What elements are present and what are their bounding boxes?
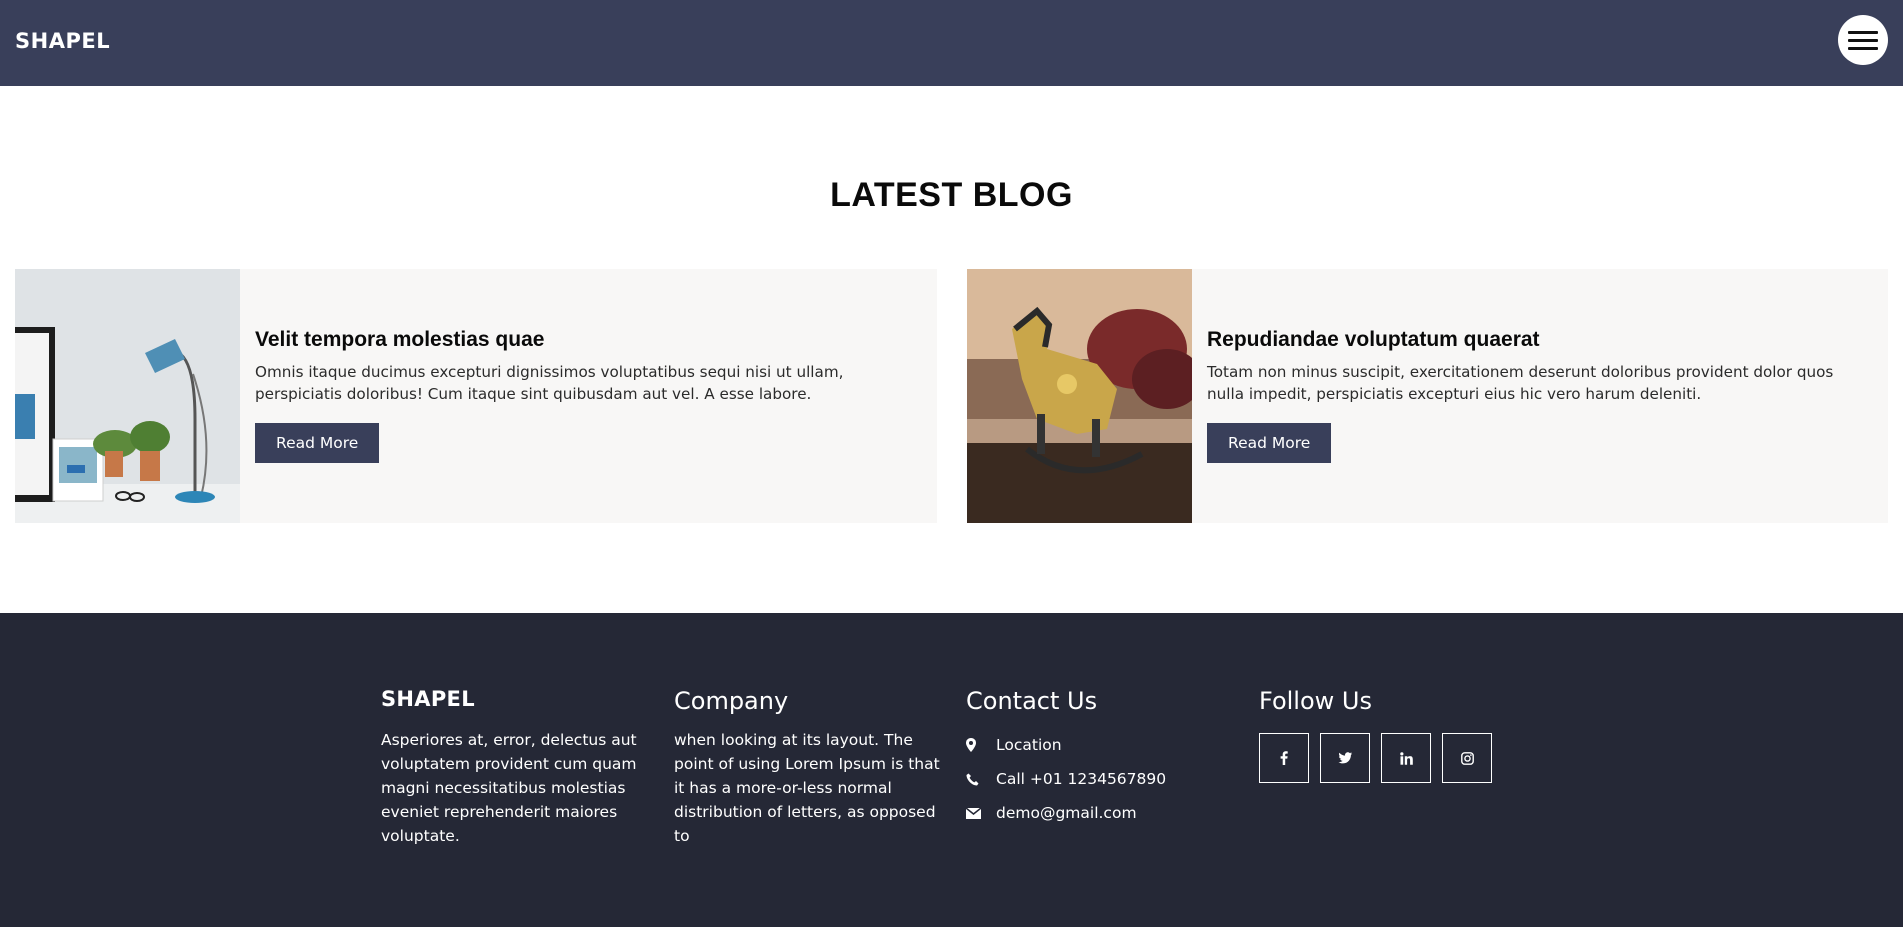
- map-marker-icon: [966, 738, 996, 752]
- footer-follow-heading: Follow Us: [1259, 687, 1372, 715]
- envelope-icon: [966, 807, 996, 819]
- site-logo[interactable]: SHAPEL: [15, 29, 110, 53]
- footer-logo: SHAPEL: [381, 687, 475, 711]
- site-header: SHAPEL: [0, 0, 1903, 86]
- contact-list: Location Call +01 1234567890 demo@gmail.…: [966, 728, 1236, 830]
- blog-card-body: Repudiandae voluptatum quaerat Totam non…: [1207, 328, 1873, 463]
- hamburger-menu-icon-line: [1848, 38, 1878, 42]
- footer-about-text: Asperiores at, error, delectus aut volup…: [381, 731, 637, 845]
- blog-post-excerpt: Omnis itaque ducimus excepturi dignissim…: [255, 363, 844, 403]
- blog-card: Velit tempora molestias quae Omnis itaqu…: [15, 269, 937, 523]
- footer-company-column: Company when looking at its layout. The …: [674, 687, 944, 848]
- footer-contact-column: Contact Us Location Call +01 1234567890 …: [966, 687, 1236, 830]
- contact-email[interactable]: demo@gmail.com: [966, 796, 1236, 830]
- hamburger-menu-icon: [1848, 30, 1878, 34]
- footer-company-heading: Company: [674, 687, 789, 715]
- footer-company-text: when looking at its layout. The point of…: [674, 731, 940, 845]
- read-more-button[interactable]: Read More: [255, 423, 380, 463]
- contact-location[interactable]: Location: [966, 728, 1236, 762]
- twitter-icon[interactable]: [1320, 733, 1370, 783]
- blog-post-excerpt: Totam non minus suscipit, exercitationem…: [1207, 363, 1834, 403]
- read-more-button[interactable]: Read More: [1207, 423, 1332, 463]
- contact-phone[interactable]: Call +01 1234567890: [966, 762, 1236, 796]
- contact-phone-text: Call +01 1234567890: [996, 770, 1167, 788]
- facebook-icon[interactable]: [1259, 733, 1309, 783]
- blog-post-title[interactable]: Repudiandae voluptatum quaerat: [1207, 328, 1873, 352]
- blog-post-title[interactable]: Velit tempora molestias quae: [255, 328, 922, 352]
- blog-card: Repudiandae voluptatum quaerat Totam non…: [967, 269, 1888, 523]
- phone-icon: [966, 773, 996, 786]
- linkedin-icon[interactable]: [1381, 733, 1431, 783]
- footer-contact-heading: Contact Us: [966, 687, 1098, 715]
- site-footer: SHAPEL Asperiores at, error, delectus au…: [0, 613, 1903, 927]
- section-title: LATEST BLOG: [830, 176, 1073, 214]
- contact-location-text: Location: [996, 736, 1062, 754]
- blog-image-rocking-horse: [967, 269, 1192, 523]
- contact-email-text: demo@gmail.com: [996, 804, 1137, 822]
- footer-about-column: SHAPEL Asperiores at, error, delectus au…: [381, 687, 651, 848]
- footer-follow-column: Follow Us: [1259, 687, 1529, 783]
- social-links: [1259, 733, 1529, 783]
- instagram-icon[interactable]: [1442, 733, 1492, 783]
- blog-image-desk-lamp: [15, 269, 240, 523]
- hamburger-menu-icon-line: [1848, 46, 1878, 50]
- blog-card-body: Velit tempora molestias quae Omnis itaqu…: [255, 328, 922, 463]
- menu-button[interactable]: [1838, 15, 1888, 65]
